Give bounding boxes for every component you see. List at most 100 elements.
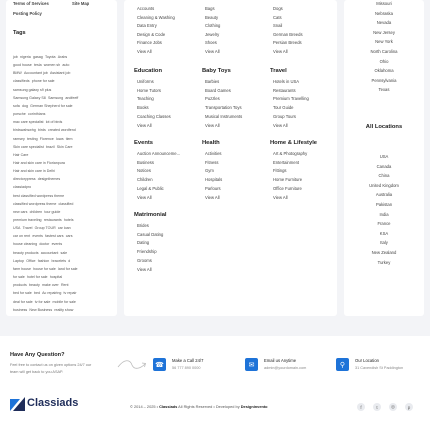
tag-link[interactable]: Hair Care [13,153,28,157]
tag-link[interactable]: Toyota [45,55,56,59]
tag-link[interactable]: Travel [23,226,33,230]
state-link[interactable]: New York [344,40,424,44]
tag-link[interactable]: reality show [54,308,73,312]
category-link[interactable]: View All [273,195,288,200]
location-link[interactable]: Canada [344,164,424,169]
tag-link[interactable]: porsche [13,112,26,116]
category-link[interactable]: Fittings [273,169,287,173]
tag-link[interactable]: best classified wordpress theme [13,194,64,198]
tag-link[interactable]: Group TOUR [35,226,56,230]
location-link[interactable]: France [344,221,424,226]
category-link[interactable]: Auction Announceme... [137,151,180,156]
category-link[interactable]: Parlours [205,186,221,191]
tag-link[interactable]: New Business [29,308,52,312]
tag-link[interactable]: tour guide [44,210,60,214]
logo-text[interactable]: Classiads [27,398,78,409]
location-link[interactable]: KSA [344,231,424,236]
location-link[interactable]: Turkey [344,260,424,265]
category-link[interactable]: Gym [205,169,214,173]
tag-link[interactable]: children [30,210,43,214]
tag-link[interactable]: make over [42,283,59,287]
link-terms[interactable]: Terms of Services [13,1,49,6]
category-link[interactable]: Hotels in USA [273,79,299,84]
logo-icon[interactable] [10,397,25,411]
tag-link[interactable]: corinthians [28,112,45,116]
category-link[interactable]: Board Games [205,88,231,93]
tag-link[interactable]: classifieds [13,79,30,84]
category-link[interactable]: Restaurants [273,88,296,93]
tag-link[interactable]: accountant [41,251,59,255]
category-link[interactable]: Shoes [205,41,217,45]
tag-link[interactable]: job [13,55,18,59]
tag-link[interactable]: for sale [13,275,25,279]
location-link[interactable]: New Zealand [344,250,424,255]
link-posting-policy[interactable]: Posting Policy [13,11,42,16]
category-link[interactable]: Finance Jobs [137,41,162,45]
category-link[interactable]: Dating [137,241,149,245]
tag-link[interactable]: tesla [34,63,42,67]
category-link[interactable]: Accounts [137,6,154,11]
state-link[interactable]: Texas [344,88,424,92]
tag-link[interactable]: hotel for sale [27,275,48,279]
tag-link[interactable]: events [32,234,43,238]
category-link[interactable]: View All [137,195,152,200]
pinterest-icon[interactable]: p [405,403,413,411]
tag-link[interactable]: classified wordpress theme [13,202,56,206]
tag-link[interactable]: Laptop [13,259,24,263]
category-link[interactable]: Bags [205,6,215,11]
tag-link[interactable]: Hair and skin care in Florianpura [13,161,65,165]
tag-link[interactable]: car loan [58,226,71,230]
tag-link[interactable]: products [13,283,27,287]
tag-link[interactable]: Accountant job [24,71,48,75]
tag-link[interactable]: samsung galaxy s9 plus [13,88,51,92]
tag-link[interactable]: classiadpro [13,185,31,190]
category-link[interactable]: View All [273,49,288,54]
copyright-brand[interactable]: Classiads [159,404,177,409]
email-value[interactable]: admin@yourdomain.com [264,366,306,371]
category-link[interactable]: Puzzles [205,97,220,101]
category-link[interactable]: Fitness [205,160,219,165]
category-link[interactable]: Grooms [137,258,152,263]
tag-link[interactable]: directorypress [13,177,36,181]
category-link[interactable]: Home Furniture [273,177,302,182]
tag-link[interactable]: nigeria [20,55,31,59]
tag-link[interactable]: events [52,242,63,247]
category-link[interactable]: Notices [137,169,151,173]
location-link[interactable]: USA [344,154,424,159]
tag-link[interactable]: beauty [29,283,40,287]
state-link[interactable]: Nevada [344,20,424,25]
category-link[interactable]: Musical Instruments [205,114,242,119]
state-link[interactable]: Pennsylvania [344,78,424,83]
state-link[interactable]: New Jersey [344,30,424,35]
location-link[interactable]: China [344,173,424,178]
category-link[interactable]: Snail [273,23,282,28]
category-link[interactable]: Persian Breeds [273,41,302,45]
tag-link[interactable]: andfeeff [65,96,78,100]
category-link[interactable]: Legal & Public [137,186,164,191]
tag-link[interactable]: bed [34,291,40,296]
tag-link[interactable]: sale [61,251,68,255]
category-link[interactable]: Entertainment [273,160,299,165]
category-link[interactable]: Activities [205,151,222,156]
category-link[interactable]: Home Tutors [137,88,161,93]
category-link[interactable]: Tour Guide [273,105,293,110]
category-link[interactable]: Jewelry [205,32,219,37]
tag-link[interactable]: hotels [64,218,74,222]
tag-link[interactable]: hospital [50,275,62,279]
tag-link[interactable]: Skin care specialist [13,145,44,149]
category-link[interactable]: Data Entry [137,23,157,28]
tag-link[interactable]: car on rent [13,234,30,238]
tag-link[interactable]: premium traveling [13,218,42,222]
tag-link[interactable]: Samsung [48,96,63,100]
tag-link[interactable]: good house [13,63,32,67]
category-link[interactable]: Clothing [205,23,220,28]
location-link[interactable]: Pakistan [344,202,424,207]
tag-link[interactable]: Samsung Galaxy S8 [13,96,46,100]
tag-link[interactable]: birdswahswhg [13,128,36,133]
category-link[interactable]: Friendship [137,249,157,254]
facebook-icon[interactable]: f [357,403,365,411]
tag-link[interactable]: created wordfend [48,128,76,133]
tag-link[interactable]: cars [66,234,73,238]
category-link[interactable]: Beauty [205,15,218,20]
tag-link[interactable]: bracelets [51,259,66,263]
